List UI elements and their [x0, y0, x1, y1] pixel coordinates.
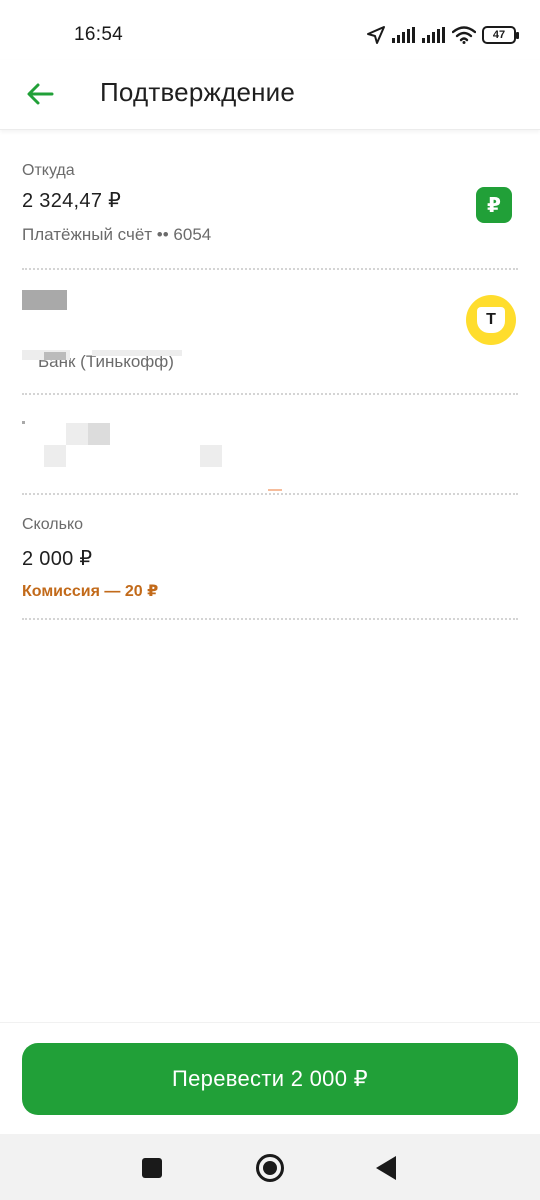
circle-home-icon[interactable] [256, 1154, 284, 1182]
arrow-left-icon [27, 83, 54, 105]
back-button[interactable] [20, 74, 60, 114]
from-account: Платёжный счёт •• 6054 [22, 225, 212, 244]
redacted-block [22, 421, 25, 424]
status-icons: 47 [366, 22, 519, 48]
redacted-block [268, 489, 282, 491]
wifi-icon [452, 26, 476, 44]
redacted-section [22, 405, 518, 491]
redacted-overlay [92, 350, 182, 356]
amount-label: Сколько [22, 516, 84, 533]
signal-icon [392, 27, 415, 43]
status-time: 16:54 [74, 24, 124, 45]
divider [22, 393, 518, 395]
amount-section: Сколько 2 000 ₽ Комиссия — 20 ₽ [22, 516, 518, 601]
from-label: Откуда [22, 162, 75, 179]
redacted-name [22, 290, 67, 310]
square-recents-icon[interactable] [142, 1158, 162, 1178]
redacted-block [88, 423, 110, 445]
redacted-block [44, 445, 66, 467]
tinkoff-bank-logo: Т [466, 295, 516, 345]
battery-level: 47 [492, 29, 506, 41]
from-section[interactable]: Откуда 2 324,47 ₽ Платёжный счёт •• 6054 [22, 162, 518, 245]
location-arrow-icon [367, 26, 385, 44]
app-bar: Подтверждение [0, 60, 540, 130]
battery-icon: 47 [482, 26, 519, 44]
from-balance: 2 324,47 ₽ [22, 190, 122, 212]
triangle-back-icon[interactable] [376, 1156, 396, 1180]
amount-value: 2 000 ₽ [22, 548, 93, 570]
redacted-overlay [44, 352, 66, 360]
ruble-account-icon: ₽ [476, 187, 512, 223]
redacted-block [200, 445, 222, 467]
system-nav-bar [0, 1134, 540, 1200]
transfer-button[interactable]: Перевести 2 000 ₽ [22, 1043, 518, 1115]
divider [22, 268, 518, 270]
redacted-block [66, 423, 88, 445]
divider [22, 618, 518, 620]
bottom-action-area: Перевести 2 000 ₽ [0, 1022, 540, 1134]
page-title: Подтверждение [100, 77, 296, 107]
commission-text: Комиссия — 20 ₽ [22, 583, 159, 600]
signal-icon [422, 27, 445, 43]
recipient-section[interactable]: Банк (Тинькофф) [22, 280, 518, 395]
divider [22, 493, 518, 495]
